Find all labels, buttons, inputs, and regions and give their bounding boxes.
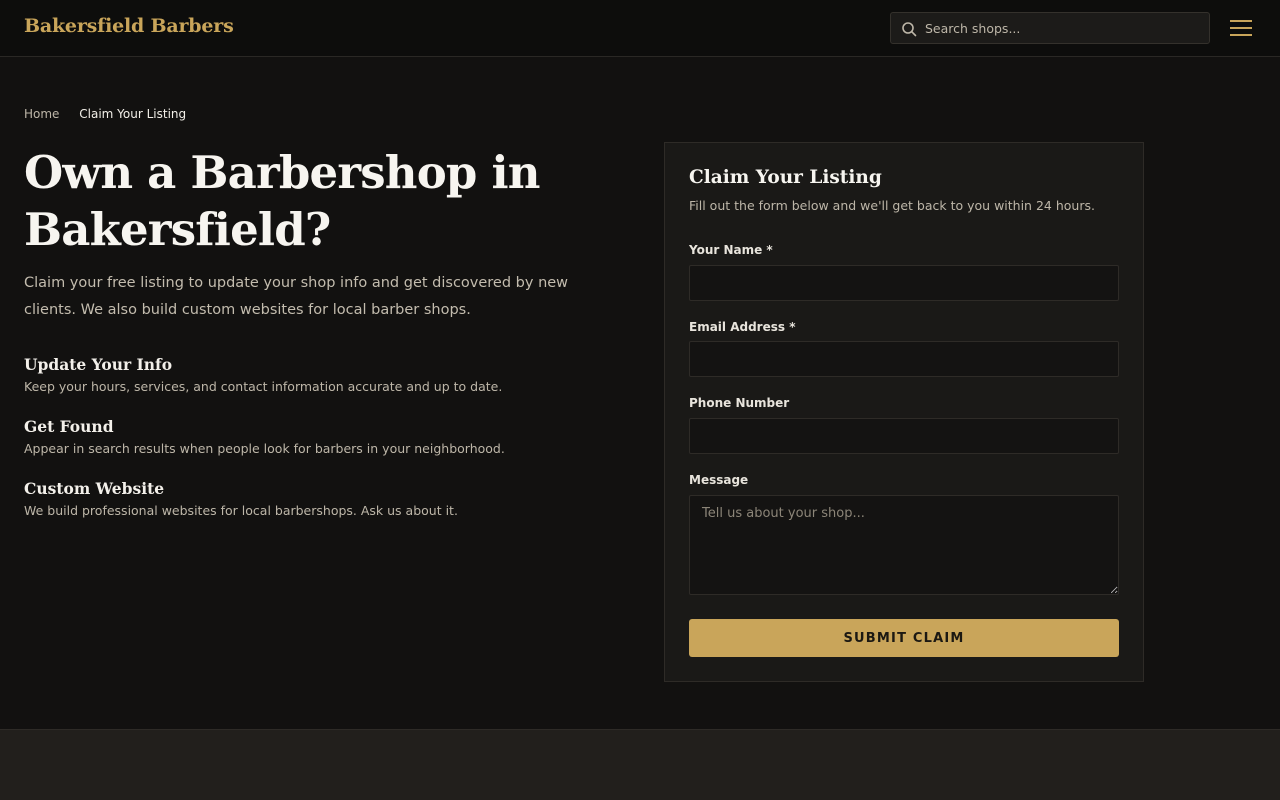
search-icon xyxy=(902,22,917,37)
feature-title: Update Your Info xyxy=(24,355,173,374)
email-field[interactable] xyxy=(689,341,1119,377)
site-logo[interactable]: Bakersfield Barbers xyxy=(24,15,234,37)
feature-text: We build professional websites for local… xyxy=(24,503,458,518)
name-field[interactable] xyxy=(689,265,1119,301)
site-header: Bakersfield Barbers xyxy=(0,0,1280,57)
name-label: Your Name * xyxy=(689,243,773,257)
breadcrumb-home[interactable]: Home xyxy=(24,107,59,121)
submit-claim-button[interactable]: SUBMIT CLAIM xyxy=(689,619,1119,657)
feature-text: Appear in search results when people loo… xyxy=(24,441,505,456)
feature-get-found: Get Found Appear in search results when … xyxy=(24,417,624,456)
feature-custom-website: Custom Website We build professional web… xyxy=(24,479,624,518)
search-input[interactable] xyxy=(925,13,1205,43)
breadcrumb: Home Claim Your Listing xyxy=(24,107,186,121)
footer xyxy=(0,729,1280,800)
form-title: Claim Your Listing xyxy=(689,167,882,188)
phone-field[interactable] xyxy=(689,418,1119,454)
message-field[interactable] xyxy=(689,495,1119,595)
feature-title: Get Found xyxy=(24,417,114,436)
feature-update-info: Update Your Info Keep your hours, servic… xyxy=(24,355,624,394)
feature-text: Keep your hours, services, and contact i… xyxy=(24,379,503,394)
email-label: Email Address * xyxy=(689,320,796,334)
page-title: Own a Barbershop in Bakersfield? xyxy=(24,146,540,256)
form-subtitle: Fill out the form below and we'll get ba… xyxy=(689,198,1095,213)
feature-title: Custom Website xyxy=(24,479,165,498)
phone-label: Phone Number xyxy=(689,396,790,410)
hero-subtitle: Claim your free listing to update your s… xyxy=(24,275,569,318)
search-box[interactable] xyxy=(890,12,1210,44)
hamburger-menu-icon[interactable] xyxy=(1230,18,1252,38)
message-label: Message xyxy=(689,473,749,487)
breadcrumb-current: Claim Your Listing xyxy=(79,107,187,121)
claim-listing-form: Claim Your Listing Fill out the form bel… xyxy=(664,142,1144,682)
